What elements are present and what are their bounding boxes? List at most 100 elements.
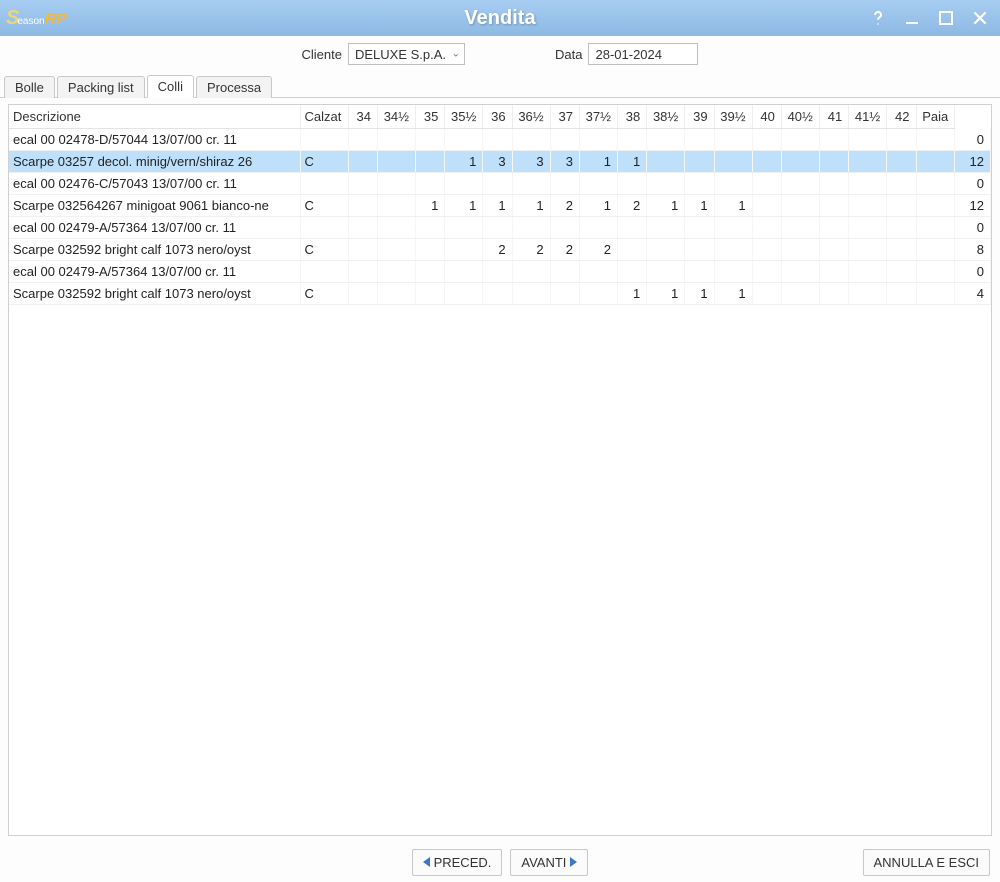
cell-size[interactable] [752,239,781,261]
cell-size[interactable] [685,129,714,151]
grid-wrap[interactable]: DescrizioneCalzat3434½3535½3636½3737½383… [8,104,992,836]
cell-descrizione[interactable]: Scarpe 032592 bright calf 1073 nero/oyst [9,283,300,305]
cell-paia[interactable]: 0 [955,217,991,239]
cell-size[interactable] [781,173,819,195]
cell-size[interactable] [685,217,714,239]
cell-size[interactable] [887,129,916,151]
column-header[interactable]: 34½ [378,105,416,129]
column-header[interactable]: 34 [348,105,377,129]
cell-size[interactable] [550,261,579,283]
cell-size[interactable]: 2 [483,239,512,261]
cell-size[interactable]: 3 [550,151,579,173]
cell-size[interactable] [781,283,819,305]
cell-size[interactable] [416,173,445,195]
cell-size[interactable]: 1 [714,195,752,217]
cell-size[interactable]: 2 [550,239,579,261]
cell-size[interactable] [378,151,416,173]
cell-size[interactable] [819,151,848,173]
column-header[interactable]: Calzat [300,105,348,129]
cell-calzat[interactable]: C [300,283,348,305]
column-header[interactable]: 35 [416,105,445,129]
cell-descrizione[interactable]: ecal 00 02479-A/57364 13/07/00 cr. 11 [9,217,300,239]
cell-size[interactable] [916,173,955,195]
cell-size[interactable] [512,261,550,283]
column-header[interactable]: 38 [617,105,646,129]
cell-size[interactable] [887,173,916,195]
column-header[interactable]: 37 [550,105,579,129]
cell-size[interactable] [849,283,887,305]
cell-size[interactable] [378,217,416,239]
cell-size[interactable] [819,129,848,151]
help-button[interactable] [864,4,892,32]
cell-size[interactable] [714,129,752,151]
cell-size[interactable] [416,261,445,283]
cell-size[interactable]: 1 [685,283,714,305]
cell-size[interactable] [378,239,416,261]
cell-size[interactable] [579,129,617,151]
tab-bolle[interactable]: Bolle [4,76,55,98]
cell-size[interactable] [752,195,781,217]
cell-size[interactable] [887,283,916,305]
cell-descrizione[interactable]: Scarpe 032564267 minigoat 9061 bianco-ne [9,195,300,217]
cell-size[interactable] [781,261,819,283]
cell-size[interactable] [714,261,752,283]
cell-size[interactable] [348,283,377,305]
cell-calzat[interactable]: C [300,151,348,173]
table-row[interactable]: Scarpe 03257 decol. minig/vern/shiraz 26… [9,151,991,173]
cell-size[interactable] [579,217,617,239]
cell-size[interactable] [550,283,579,305]
cell-size[interactable] [781,151,819,173]
cell-size[interactable] [819,195,848,217]
tab-packing-list[interactable]: Packing list [57,76,145,98]
cell-size[interactable] [714,151,752,173]
cell-size[interactable] [647,217,685,239]
cell-size[interactable] [916,239,955,261]
cell-size[interactable] [483,217,512,239]
cell-size[interactable] [849,151,887,173]
column-header[interactable]: 36½ [512,105,550,129]
cliente-combo[interactable]: DELUXE S.p.A. ⌄ [348,43,465,65]
cell-size[interactable] [916,261,955,283]
column-header[interactable]: 40½ [781,105,819,129]
maximize-button[interactable] [932,4,960,32]
cell-size[interactable] [849,129,887,151]
cell-size[interactable] [647,151,685,173]
cell-size[interactable] [887,195,916,217]
cell-size[interactable] [348,217,377,239]
cell-size[interactable]: 1 [483,195,512,217]
table-row[interactable]: Scarpe 032592 bright calf 1073 nero/oyst… [9,239,991,261]
cell-size[interactable] [887,261,916,283]
cell-descrizione[interactable]: Scarpe 03257 decol. minig/vern/shiraz 26 [9,151,300,173]
table-row[interactable]: ecal 00 02479-A/57364 13/07/00 cr. 110 [9,261,991,283]
cell-size[interactable] [378,283,416,305]
cell-size[interactable]: 1 [647,283,685,305]
cell-size[interactable] [445,283,483,305]
cell-size[interactable] [685,151,714,173]
cell-size[interactable] [849,195,887,217]
cell-size[interactable]: 1 [512,195,550,217]
table-row[interactable]: Scarpe 032592 bright calf 1073 nero/oyst… [9,283,991,305]
cell-size[interactable] [378,173,416,195]
cell-size[interactable]: 1 [579,195,617,217]
prev-button[interactable]: PRECED. [412,849,503,876]
data-field[interactable]: 28-01-2024 [588,43,698,65]
cell-size[interactable] [378,129,416,151]
cell-size[interactable] [348,151,377,173]
cell-size[interactable]: 1 [416,195,445,217]
cell-size[interactable]: 3 [512,151,550,173]
cell-size[interactable] [916,151,955,173]
column-header[interactable]: 39 [685,105,714,129]
cell-size[interactable] [916,283,955,305]
cell-size[interactable] [752,217,781,239]
cell-size[interactable] [579,283,617,305]
cell-size[interactable] [647,129,685,151]
cell-size[interactable] [445,239,483,261]
cell-calzat[interactable] [300,173,348,195]
cell-size[interactable]: 1 [579,151,617,173]
column-header[interactable]: 37½ [579,105,617,129]
cell-size[interactable] [378,261,416,283]
cell-size[interactable]: 1 [617,151,646,173]
cell-size[interactable] [781,195,819,217]
table-row[interactable]: ecal 00 02479-A/57364 13/07/00 cr. 11 0 [9,217,991,239]
cell-size[interactable]: 1 [714,283,752,305]
